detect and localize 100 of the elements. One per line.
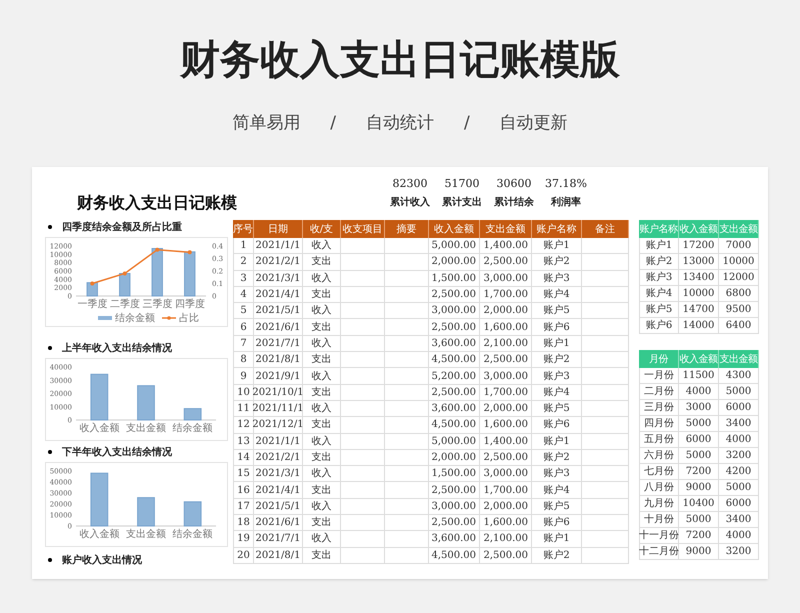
table-cell <box>385 254 429 271</box>
table-cell: 6800 <box>719 286 759 302</box>
table-cell: 账户1 <box>532 531 582 548</box>
table-cell: 一月份 <box>639 368 679 384</box>
table-cell: 支出 <box>303 417 341 434</box>
table-cell: 3,000.00 <box>480 466 532 482</box>
table-cell: 9000 <box>679 480 719 496</box>
table-cell: 2,100.00 <box>480 336 532 352</box>
stat-label: 累计支出 <box>442 196 482 210</box>
table-cell <box>385 270 429 287</box>
table-cell: 2,500.00 <box>429 286 480 304</box>
table-cell: 4200 <box>719 464 759 480</box>
stat-label: 利润率 <box>551 196 581 210</box>
table-cell: 5,000.00 <box>429 434 480 450</box>
bar <box>184 251 196 296</box>
table-cell: 3,600.00 <box>429 336 480 352</box>
table-cell: 2021/7/1 <box>254 531 303 548</box>
table-cell: 3400 <box>719 416 759 432</box>
table-cell: 2,500.00 <box>480 548 532 564</box>
stat-value: 51700 <box>444 176 480 192</box>
bar <box>90 472 108 526</box>
table-cell: 10000 <box>679 286 719 302</box>
table-cell: 收入 <box>303 466 341 482</box>
table-cell <box>582 254 629 271</box>
table-cell <box>582 336 629 352</box>
table-cell <box>385 352 429 368</box>
column-header: 日期 <box>254 220 303 238</box>
bullet-icon <box>48 450 52 454</box>
table-cell: 2,100.00 <box>480 531 532 548</box>
table-cell: 3,000.00 <box>429 498 480 516</box>
sheet-title: 财务收入支出日记账模 <box>77 192 237 214</box>
table-cell: 收入 <box>303 400 341 418</box>
table-cell: 6000 <box>719 400 759 416</box>
stat-label: 累计结余 <box>494 196 534 210</box>
bar <box>119 273 130 296</box>
table-cell <box>385 368 429 385</box>
table-cell: 2021/7/1 <box>254 336 303 352</box>
table-cell <box>582 466 629 482</box>
table-cell: 14000 <box>679 318 719 334</box>
table-cell: 4000 <box>679 384 719 400</box>
subtitle-text: 自动统计 <box>366 112 434 135</box>
table-cell: 3200 <box>719 544 759 560</box>
table-cell: 3,600.00 <box>429 400 480 418</box>
table-cell: 收入 <box>303 270 341 287</box>
table-cell: 2,500.00 <box>429 384 480 401</box>
table-cell: 11500 <box>679 368 719 384</box>
stat-value: 37.18% <box>545 176 587 192</box>
table-cell: 12 <box>233 417 254 434</box>
table-cell <box>341 286 385 304</box>
table-cell: 账户4 <box>532 286 582 304</box>
table-cell: 1,600.00 <box>480 417 532 434</box>
table-cell: 账户2 <box>532 450 582 466</box>
table-cell: 4 <box>233 286 254 304</box>
table-cell: 支出 <box>303 515 341 532</box>
category-label: 支出金额 <box>126 423 166 434</box>
table-cell: 11 <box>233 400 254 418</box>
column-header: 收入金额 <box>679 220 719 238</box>
table-cell: 8 <box>233 352 254 368</box>
table-cell <box>582 400 629 418</box>
table-cell: 4,500.00 <box>429 548 480 564</box>
table-cell: 账户5 <box>532 400 582 418</box>
table-cell <box>385 303 429 320</box>
table-cell: 1,600.00 <box>480 515 532 532</box>
table-cell: 9000 <box>679 544 719 560</box>
column-header: 支出金额 <box>719 220 759 238</box>
table-cell: 2,500.00 <box>429 515 480 532</box>
table-cell <box>385 400 429 418</box>
table-cell: 账户6 <box>532 417 582 434</box>
column-header: 账户名称 <box>639 220 679 238</box>
table-cell: 支出 <box>303 254 341 271</box>
table-cell: 13000 <box>679 254 719 270</box>
table-cell: 支出 <box>303 286 341 304</box>
table-cell: 1,400.00 <box>480 238 532 254</box>
table-cell: 2021/2/1 <box>254 450 303 466</box>
table-cell: 六月份 <box>639 448 679 464</box>
table-cell: 10400 <box>679 496 719 512</box>
table-cell: 账户1 <box>639 238 679 254</box>
table-cell <box>385 548 429 564</box>
legend-swatch-icon <box>98 316 112 320</box>
table-cell: 收入 <box>303 368 341 385</box>
bar <box>137 497 155 526</box>
table-cell: 2021/12/1 <box>254 417 303 434</box>
table-cell: 账户3 <box>639 270 679 286</box>
table-cell: 10000 <box>719 254 759 270</box>
bar <box>86 282 98 296</box>
table-cell: 4,500.00 <box>429 352 480 368</box>
table-cell: 5,000.00 <box>429 238 480 254</box>
table-cell <box>582 548 629 564</box>
table-cell: 十一月份 <box>639 528 679 544</box>
table-cell: 收入 <box>303 531 341 548</box>
table-cell: 5000 <box>719 480 759 496</box>
table-cell <box>385 319 429 336</box>
table-cell <box>582 303 629 320</box>
table-cell: 3 <box>233 270 254 287</box>
category-label: 收入金额 <box>79 423 120 434</box>
bar <box>152 248 163 296</box>
table-cell <box>341 466 385 482</box>
table-cell: 账户5 <box>532 303 582 320</box>
bar <box>184 408 202 420</box>
table-cell: 收入 <box>303 434 341 450</box>
